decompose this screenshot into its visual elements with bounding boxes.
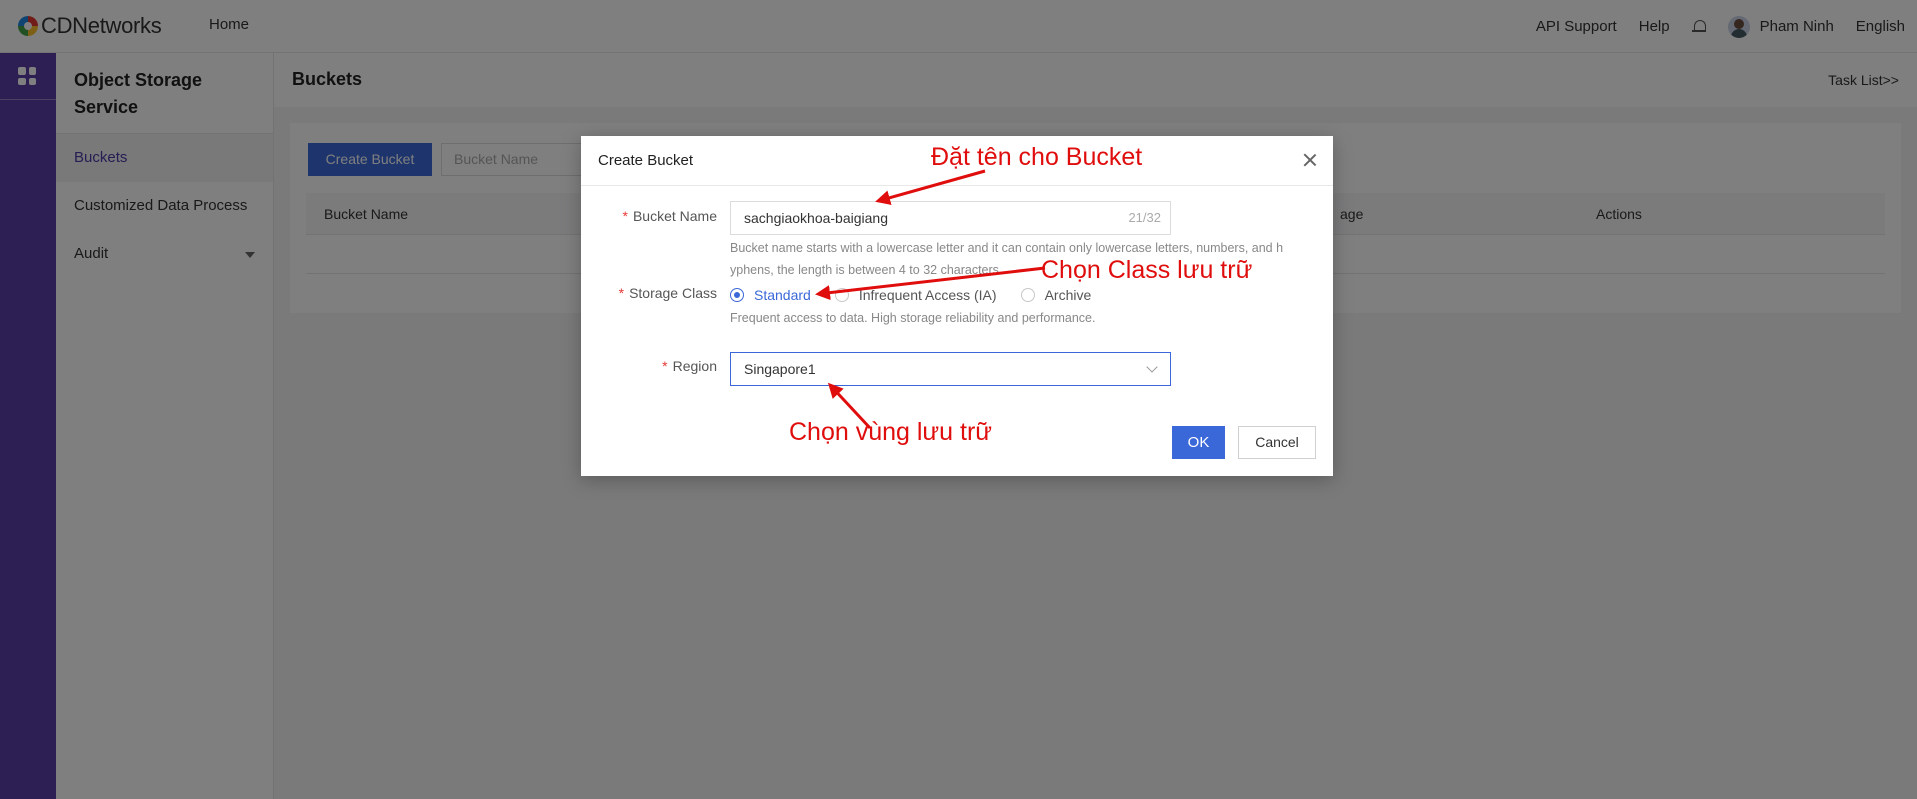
annotation-arrows (815, 169, 1046, 430)
bucket-name-arrow (875, 169, 986, 205)
storage-class-annotation: Chọn Class lưu trữ (1041, 256, 1253, 284)
storage-class-arrow (815, 266, 1046, 301)
region-annotation: Chọn vùng lưu trữ (789, 418, 993, 446)
bucket-name-annotation: Đặt tên cho Bucket (931, 143, 1143, 171)
